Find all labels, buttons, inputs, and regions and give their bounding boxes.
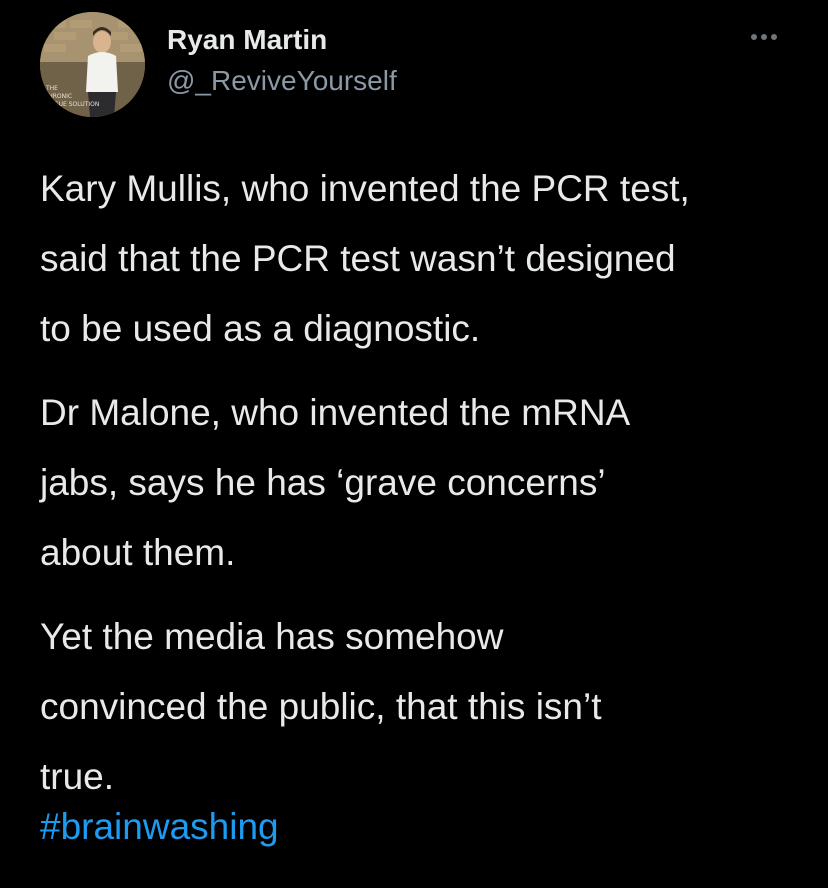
tweet-line: about them. (40, 532, 236, 573)
avatar[interactable]: THE CHRONIC FATIGUE SOLUTION (40, 12, 145, 117)
author-handle[interactable]: @_ReviveYourself (167, 63, 397, 99)
tweet-line: convinced the public, that this isn’t (40, 686, 602, 727)
tweet-line: Kary Mullis, who invented the PCR test, (40, 168, 690, 209)
more-horizontal-icon (751, 34, 777, 40)
tweet-paragraph: Yet the media has somehow convinced the … (40, 602, 808, 812)
svg-text:FATIGUE SOLUTION: FATIGUE SOLUTION (42, 101, 99, 108)
profile-photo-icon: THE CHRONIC FATIGUE SOLUTION (40, 12, 145, 117)
tweet-paragraph: Kary Mullis, who invented the PCR test, … (40, 154, 808, 364)
more-options-button[interactable] (742, 22, 786, 52)
tweet-paragraph: Dr Malone, who invented the mRNA jabs, s… (40, 378, 808, 588)
tweet-line: to be used as a diagnostic. (40, 308, 481, 349)
author-display-name[interactable]: Ryan Martin (167, 22, 327, 58)
tweet-line: jabs, says he has ‘grave concerns’ (40, 462, 606, 503)
tweet-line: said that the PCR test wasn’t designed (40, 238, 676, 279)
svg-text:CHRONIC: CHRONIC (44, 93, 72, 100)
avatar-logo-text: THE (45, 85, 58, 92)
tweet-line: Yet the media has somehow (40, 616, 504, 657)
tweet-text: Kary Mullis, who invented the PCR test, … (40, 154, 808, 826)
hashtag-link[interactable]: #brainwashing (40, 792, 279, 862)
tweet-line: Dr Malone, who invented the mRNA (40, 392, 631, 433)
